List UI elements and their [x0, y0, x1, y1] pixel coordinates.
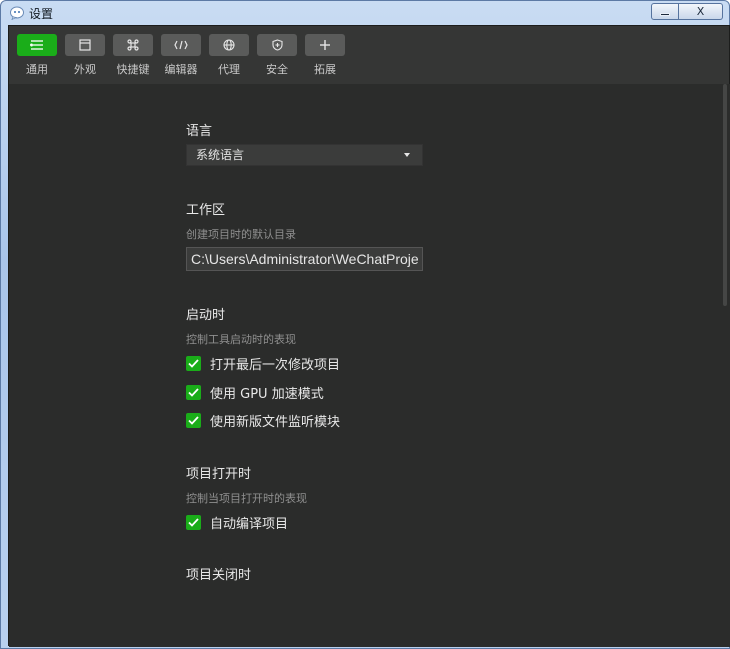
tab-general-label: 通用 [26, 63, 48, 76]
plus-icon [305, 34, 345, 56]
startup-desc: 控制工具启动时的表现 [186, 333, 296, 346]
checkbox-checked[interactable] [186, 385, 201, 400]
command-key-icon [113, 34, 153, 56]
checkbox-label: 自动编译项目 [210, 517, 289, 532]
settings-toolbar: 通用 外观 快捷键 编辑器 代理 安全 拓展 [9, 26, 729, 84]
settings-content[interactable]: 语言 系统语言 工作区 创建项目时的默认目录 启动时 控制工具启动时的表现 打开… [9, 84, 730, 647]
globe-icon [209, 34, 249, 56]
tab-security[interactable]: 安全 [257, 34, 297, 77]
tab-editor-label: 编辑器 [164, 63, 198, 76]
tab-appearance-label: 外观 [74, 63, 96, 76]
workspace-desc: 创建项目时的默认目录 [186, 228, 296, 241]
title-bar[interactable]: 设置 X [1, 1, 729, 25]
tab-general[interactable]: 通用 [17, 34, 57, 77]
language-title: 语言 [186, 124, 213, 139]
caret-down-icon [404, 153, 410, 157]
tab-shortcuts-label: 快捷键 [116, 63, 150, 76]
checkbox-checked[interactable] [186, 515, 201, 530]
language-select-value: 系统语言 [196, 148, 245, 162]
startup-option-open-last[interactable]: 打开最后一次修改项目 [186, 354, 340, 373]
minimize-button[interactable] [651, 3, 679, 20]
tab-extensions[interactable]: 拓展 [305, 34, 345, 77]
window-icon [65, 34, 105, 56]
workspace-path-input[interactable] [186, 247, 423, 271]
checkbox-checked[interactable] [186, 413, 201, 428]
close-button[interactable]: X [679, 3, 723, 20]
minimize-icon [660, 12, 670, 16]
project-open-title: 项目打开时 [186, 467, 252, 482]
window-controls: X [651, 3, 723, 20]
code-icon [161, 34, 201, 56]
shield-icon [257, 34, 297, 56]
checkmark-icon [188, 388, 199, 397]
tab-proxy-label: 代理 [218, 63, 240, 76]
startup-title: 启动时 [186, 308, 226, 323]
close-icon: X [696, 5, 705, 18]
startup-option-gpu[interactable]: 使用 GPU 加速模式 [186, 383, 324, 402]
checkmark-icon [188, 359, 199, 368]
tab-extensions-label: 拓展 [314, 63, 336, 76]
workspace-title: 工作区 [186, 203, 226, 218]
list-settings-icon [17, 34, 57, 56]
content-scrollbar[interactable] [723, 84, 727, 306]
settings-client-area: 通用 外观 快捷键 编辑器 代理 安全 拓展 语言 系统语言 工作区 创建项目时… [8, 25, 730, 647]
checkbox-label: 打开最后一次修改项目 [210, 358, 341, 373]
tab-security-label: 安全 [266, 63, 288, 76]
tab-appearance[interactable]: 外观 [65, 34, 105, 77]
project-close-title: 项目关闭时 [186, 568, 252, 583]
project-open-desc: 控制当项目打开时的表现 [186, 492, 307, 505]
checkbox-label: 使用新版文件监听模块 [210, 415, 341, 430]
startup-option-file-watcher[interactable]: 使用新版文件监听模块 [186, 411, 340, 430]
tab-shortcuts[interactable]: 快捷键 [113, 34, 153, 77]
checkbox-label: 使用 GPU 加速模式 [210, 387, 324, 402]
checkmark-icon [188, 416, 199, 425]
tab-editor[interactable]: 编辑器 [161, 34, 201, 77]
tab-proxy[interactable]: 代理 [209, 34, 249, 77]
settings-window: 设置 X 通用 外观 快捷键 编辑器 代理 安全 拓展 语言 系统语言 工作区 … [0, 0, 730, 649]
window-title: 设置 [29, 7, 54, 21]
language-select[interactable]: 系统语言 [186, 144, 423, 166]
checkbox-checked[interactable] [186, 356, 201, 371]
project-open-option-autocompile[interactable]: 自动编译项目 [186, 513, 288, 532]
checkmark-icon [188, 518, 199, 527]
wechat-devtools-icon [10, 6, 24, 20]
